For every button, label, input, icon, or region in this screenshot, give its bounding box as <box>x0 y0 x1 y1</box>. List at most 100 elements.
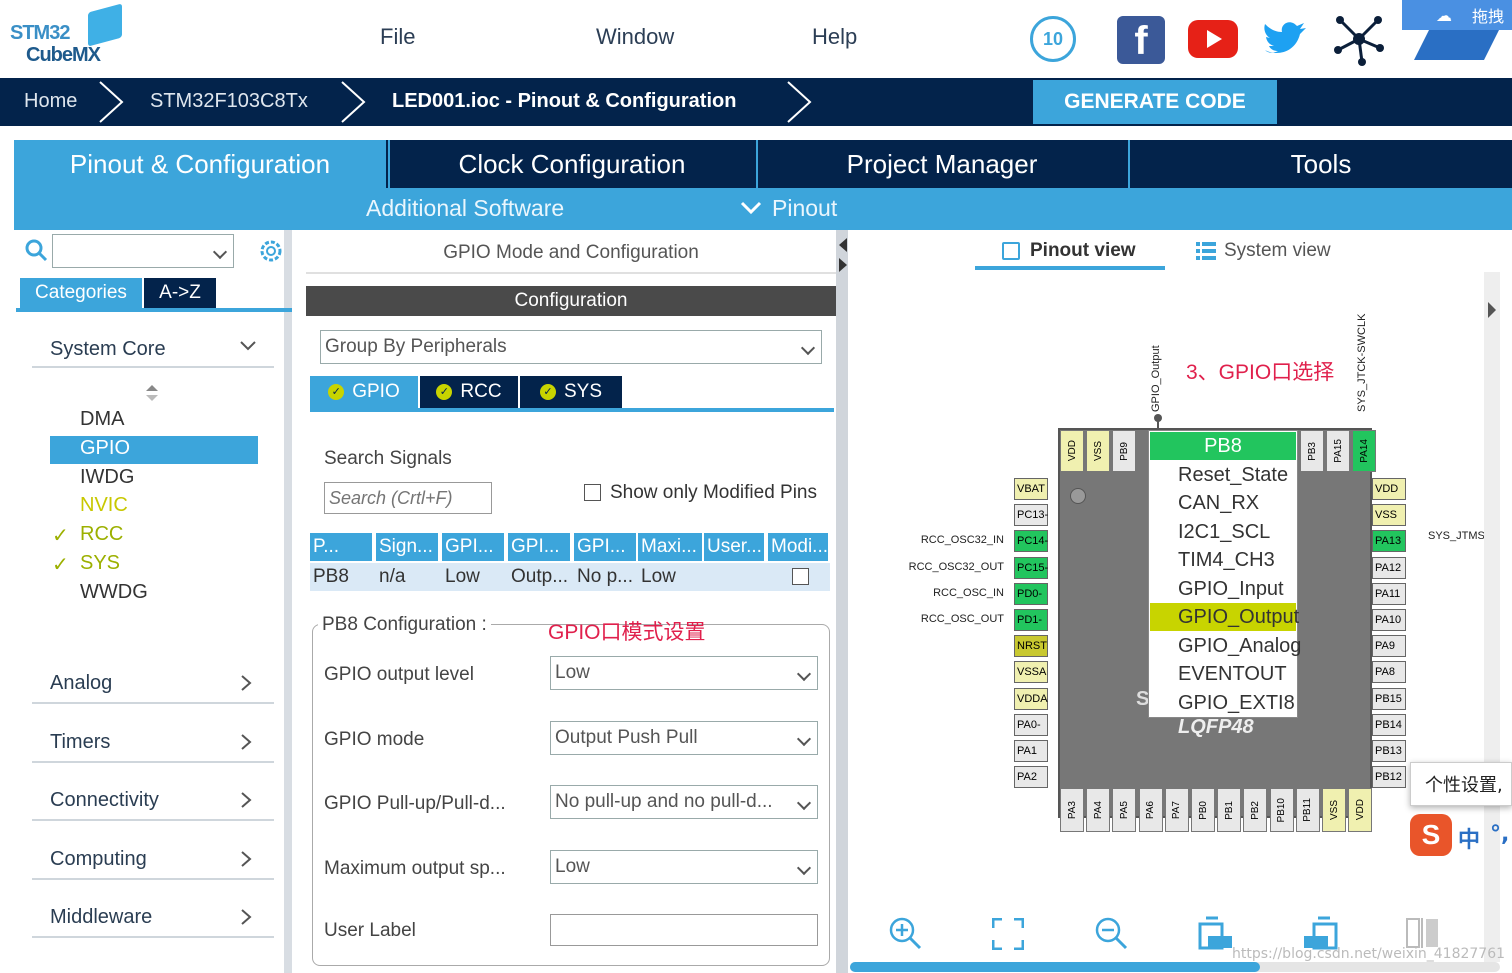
periph-tab-sys[interactable]: ✓ SYS <box>520 376 622 408</box>
field-select-0[interactable]: Low <box>550 656 818 690</box>
show-modified-checkbox[interactable] <box>584 484 601 501</box>
category-item-sys[interactable]: SYS <box>80 552 120 575</box>
tab-pinout-configuration[interactable]: Pinout & Configuration <box>14 140 386 188</box>
pin-pb12[interactable]: PB12 <box>1372 766 1406 789</box>
pin-pc14-[interactable]: PC14- <box>1014 530 1048 553</box>
pin-pa13[interactable]: PA13 <box>1372 530 1406 553</box>
popup-item-can_rx[interactable]: CAN_RX <box>1150 489 1296 517</box>
flip-icon[interactable] <box>1406 918 1440 948</box>
user-label-input[interactable] <box>550 914 818 946</box>
field-select-2[interactable]: No pull-up and no pull-d... <box>550 785 818 820</box>
popup-item-gpio_analog[interactable]: GPIO_Analog <box>1150 632 1301 660</box>
group-by-select[interactable]: Group By Peripherals <box>320 330 822 364</box>
pin-nrst[interactable]: NRST <box>1014 635 1048 658</box>
table-header-1[interactable]: Sign... <box>376 533 440 561</box>
pinout-menu[interactable]: Pinout <box>772 195 837 222</box>
category-item-nvic[interactable]: NVIC <box>80 494 128 517</box>
pin-pb14[interactable]: PB14 <box>1372 713 1406 736</box>
search-combobox[interactable] <box>52 234 234 268</box>
table-header-5[interactable]: Maxi... <box>638 533 704 561</box>
pin-pb13[interactable]: PB13 <box>1372 740 1406 762</box>
generate-code-button[interactable]: GENERATE CODE <box>1033 80 1277 124</box>
pin-pa7[interactable]: PA7 <box>1164 788 1189 832</box>
drag-widget[interactable]: ☁ 拖拽 <box>1402 0 1512 30</box>
collapse-arrows-icon[interactable] <box>838 236 848 276</box>
field-select-3[interactable]: Low <box>550 849 818 884</box>
tab-project-manager[interactable]: Project Manager <box>756 140 1126 188</box>
pin-pa3[interactable]: PA3 <box>1060 788 1084 832</box>
pin-pc15-[interactable]: PC15- <box>1014 556 1048 579</box>
pin-pa10[interactable]: PA10 <box>1372 609 1406 631</box>
pin-vdd[interactable]: VDD <box>1372 478 1406 500</box>
category-system-core[interactable]: System Core <box>50 338 166 361</box>
sort-icon[interactable] <box>145 384 159 402</box>
category-analog[interactable]: Analog <box>50 672 112 695</box>
modified-checkbox[interactable] <box>792 568 809 585</box>
pin-pa5[interactable]: PA5 <box>1112 788 1137 832</box>
panel-splitter[interactable] <box>836 230 848 973</box>
search-signals-input[interactable] <box>324 482 492 514</box>
pin-pa12[interactable]: PA12 <box>1372 556 1406 579</box>
category-connectivity[interactable]: Connectivity <box>50 789 159 812</box>
fit-screen-icon[interactable] <box>992 918 1024 950</box>
vertical-scrollbar[interactable] <box>1484 272 1500 962</box>
anniversary-badge-icon[interactable]: 10 <box>1030 16 1076 62</box>
category-item-wwdg[interactable]: WWDG <box>80 581 148 604</box>
pin-pb0[interactable]: PB0 <box>1191 788 1215 832</box>
pin-pa8[interactable]: PA8 <box>1372 661 1406 684</box>
tab-tools[interactable]: Tools <box>1128 140 1512 188</box>
pin-vbat[interactable]: VBAT <box>1014 478 1048 500</box>
pin-vssa[interactable]: VSSA <box>1014 661 1048 684</box>
pin-vdd[interactable]: VDD <box>1348 788 1373 832</box>
horizontal-scroll-thumb[interactable] <box>850 962 1260 972</box>
pin-pa14[interactable]: PA14 <box>1352 430 1377 472</box>
popup-item-gpio_exti8[interactable]: GPIO_EXTI8 <box>1150 689 1296 717</box>
category-item-iwdg[interactable]: IWDG <box>80 466 134 489</box>
category-item-dma[interactable]: DMA <box>80 408 124 431</box>
category-item-rcc[interactable]: RCC <box>80 523 123 546</box>
pin-pb3[interactable]: PB3 <box>1300 430 1324 472</box>
pin-vss[interactable]: VSS <box>1086 430 1111 472</box>
category-timers[interactable]: Timers <box>50 731 110 754</box>
pin-pb10[interactable]: PB10 <box>1269 788 1294 832</box>
search-icon[interactable] <box>24 238 48 262</box>
table-header-0[interactable]: P... <box>310 533 374 561</box>
breadcrumb-file[interactable]: LED001.ioc - Pinout & Configuration <box>392 90 736 113</box>
pin-pa9[interactable]: PA9 <box>1372 635 1406 658</box>
facebook-icon[interactable]: f <box>1117 16 1165 64</box>
pin-pa1[interactable]: PA1 <box>1014 740 1048 762</box>
table-header-3[interactable]: GPI... <box>508 533 572 561</box>
popup-item-gpio_output[interactable]: GPIO_Output <box>1150 603 1299 631</box>
tab-a-z[interactable]: A->Z <box>144 278 216 308</box>
popup-item-reset_state[interactable]: Reset_State <box>1150 461 1296 489</box>
pin-pb2[interactable]: PB2 <box>1243 788 1268 832</box>
category-item-gpio[interactable]: GPIO <box>80 437 130 460</box>
system-view-tab[interactable]: System view <box>1224 240 1331 262</box>
pin-pd1-[interactable]: PD1- <box>1014 609 1048 631</box>
periph-tab-gpio[interactable]: ✓ GPIO <box>310 376 418 408</box>
zoom-in-icon[interactable] <box>888 916 922 950</box>
breadcrumb-home[interactable]: Home <box>24 90 77 113</box>
pin-vdd[interactable]: VDD <box>1060 430 1084 472</box>
pin-pa0-[interactable]: PA0- <box>1014 713 1048 736</box>
pin-pc13-[interactable]: PC13- <box>1014 504 1048 527</box>
ime-logo-icon[interactable]: S <box>1410 814 1452 856</box>
field-select-1[interactable]: Output Push Pull <box>550 720 818 755</box>
twitter-icon[interactable] <box>1260 16 1310 64</box>
pin-pa2[interactable]: PA2 <box>1014 766 1048 789</box>
popup-item-i2c1_scl[interactable]: I2C1_SCL <box>1150 518 1296 546</box>
network-share-icon[interactable] <box>1332 12 1386 66</box>
youtube-icon[interactable] <box>1188 20 1238 58</box>
pin-vss[interactable]: VSS <box>1372 504 1406 527</box>
table-header-7[interactable]: Modi... <box>768 533 830 561</box>
rotate-left-icon[interactable] <box>1302 914 1338 950</box>
popup-item-tim4_ch3[interactable]: TIM4_CH3 <box>1150 546 1296 574</box>
category-middleware[interactable]: Middleware <box>50 906 152 929</box>
pin-pb11[interactable]: PB11 <box>1295 788 1320 832</box>
periph-tab-rcc[interactable]: ✓ RCC <box>420 376 518 408</box>
category-computing[interactable]: Computing <box>50 848 147 871</box>
pin-pa11[interactable]: PA11 <box>1372 582 1406 605</box>
menu-window[interactable]: Window <box>596 24 674 50</box>
additional-software-link[interactable]: Additional Software <box>366 195 564 222</box>
popup-item-eventout[interactable]: EVENTOUT <box>1150 660 1296 688</box>
